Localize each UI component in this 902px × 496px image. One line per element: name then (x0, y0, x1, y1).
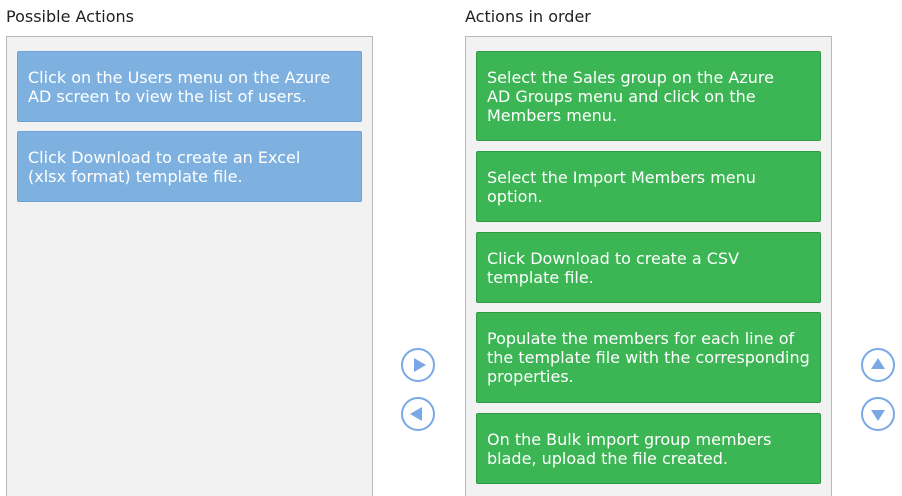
arrow-down-icon (871, 410, 885, 421)
possible-action-item[interactable]: Click on the Users menu on the Azure AD … (17, 51, 362, 122)
move-down-button[interactable] (861, 397, 895, 431)
ordered-action-item[interactable]: On the Bulk import group members blade, … (476, 413, 821, 484)
move-up-button[interactable] (861, 348, 895, 382)
move-left-button[interactable] (401, 397, 435, 431)
actions-in-order-heading: Actions in order (465, 7, 591, 26)
possible-actions-heading: Possible Actions (6, 7, 134, 26)
ordered-action-item-text: Select the Import Members menu option. (487, 167, 756, 206)
possible-action-item-text: Click on the Users menu on the Azure AD … (28, 67, 331, 106)
ordered-action-item-text: Select the Sales group on the Azure AD G… (487, 67, 774, 125)
play-right-icon (414, 358, 426, 372)
arrow-up-icon (871, 358, 885, 369)
ordered-action-item-text: On the Bulk import group members blade, … (487, 429, 772, 468)
play-left-icon (410, 407, 422, 421)
ordered-action-item[interactable]: Click Download to create a CSV template … (476, 232, 821, 303)
ordered-action-item[interactable]: Populate the members for each line of th… (476, 312, 821, 403)
move-right-button[interactable] (401, 348, 435, 382)
ordered-action-item[interactable]: Select the Sales group on the Azure AD G… (476, 51, 821, 141)
ordered-action-item-text: Populate the members for each line of th… (487, 329, 810, 386)
ordered-action-item-text: Click Download to create a CSV template … (487, 248, 740, 287)
possible-action-item[interactable]: Click Download to create an Excel (xlsx … (17, 131, 362, 202)
possible-action-item-text: Click Download to create an Excel (xlsx … (28, 147, 301, 186)
ordered-action-item[interactable]: Select the Import Members menu option. (476, 151, 821, 222)
